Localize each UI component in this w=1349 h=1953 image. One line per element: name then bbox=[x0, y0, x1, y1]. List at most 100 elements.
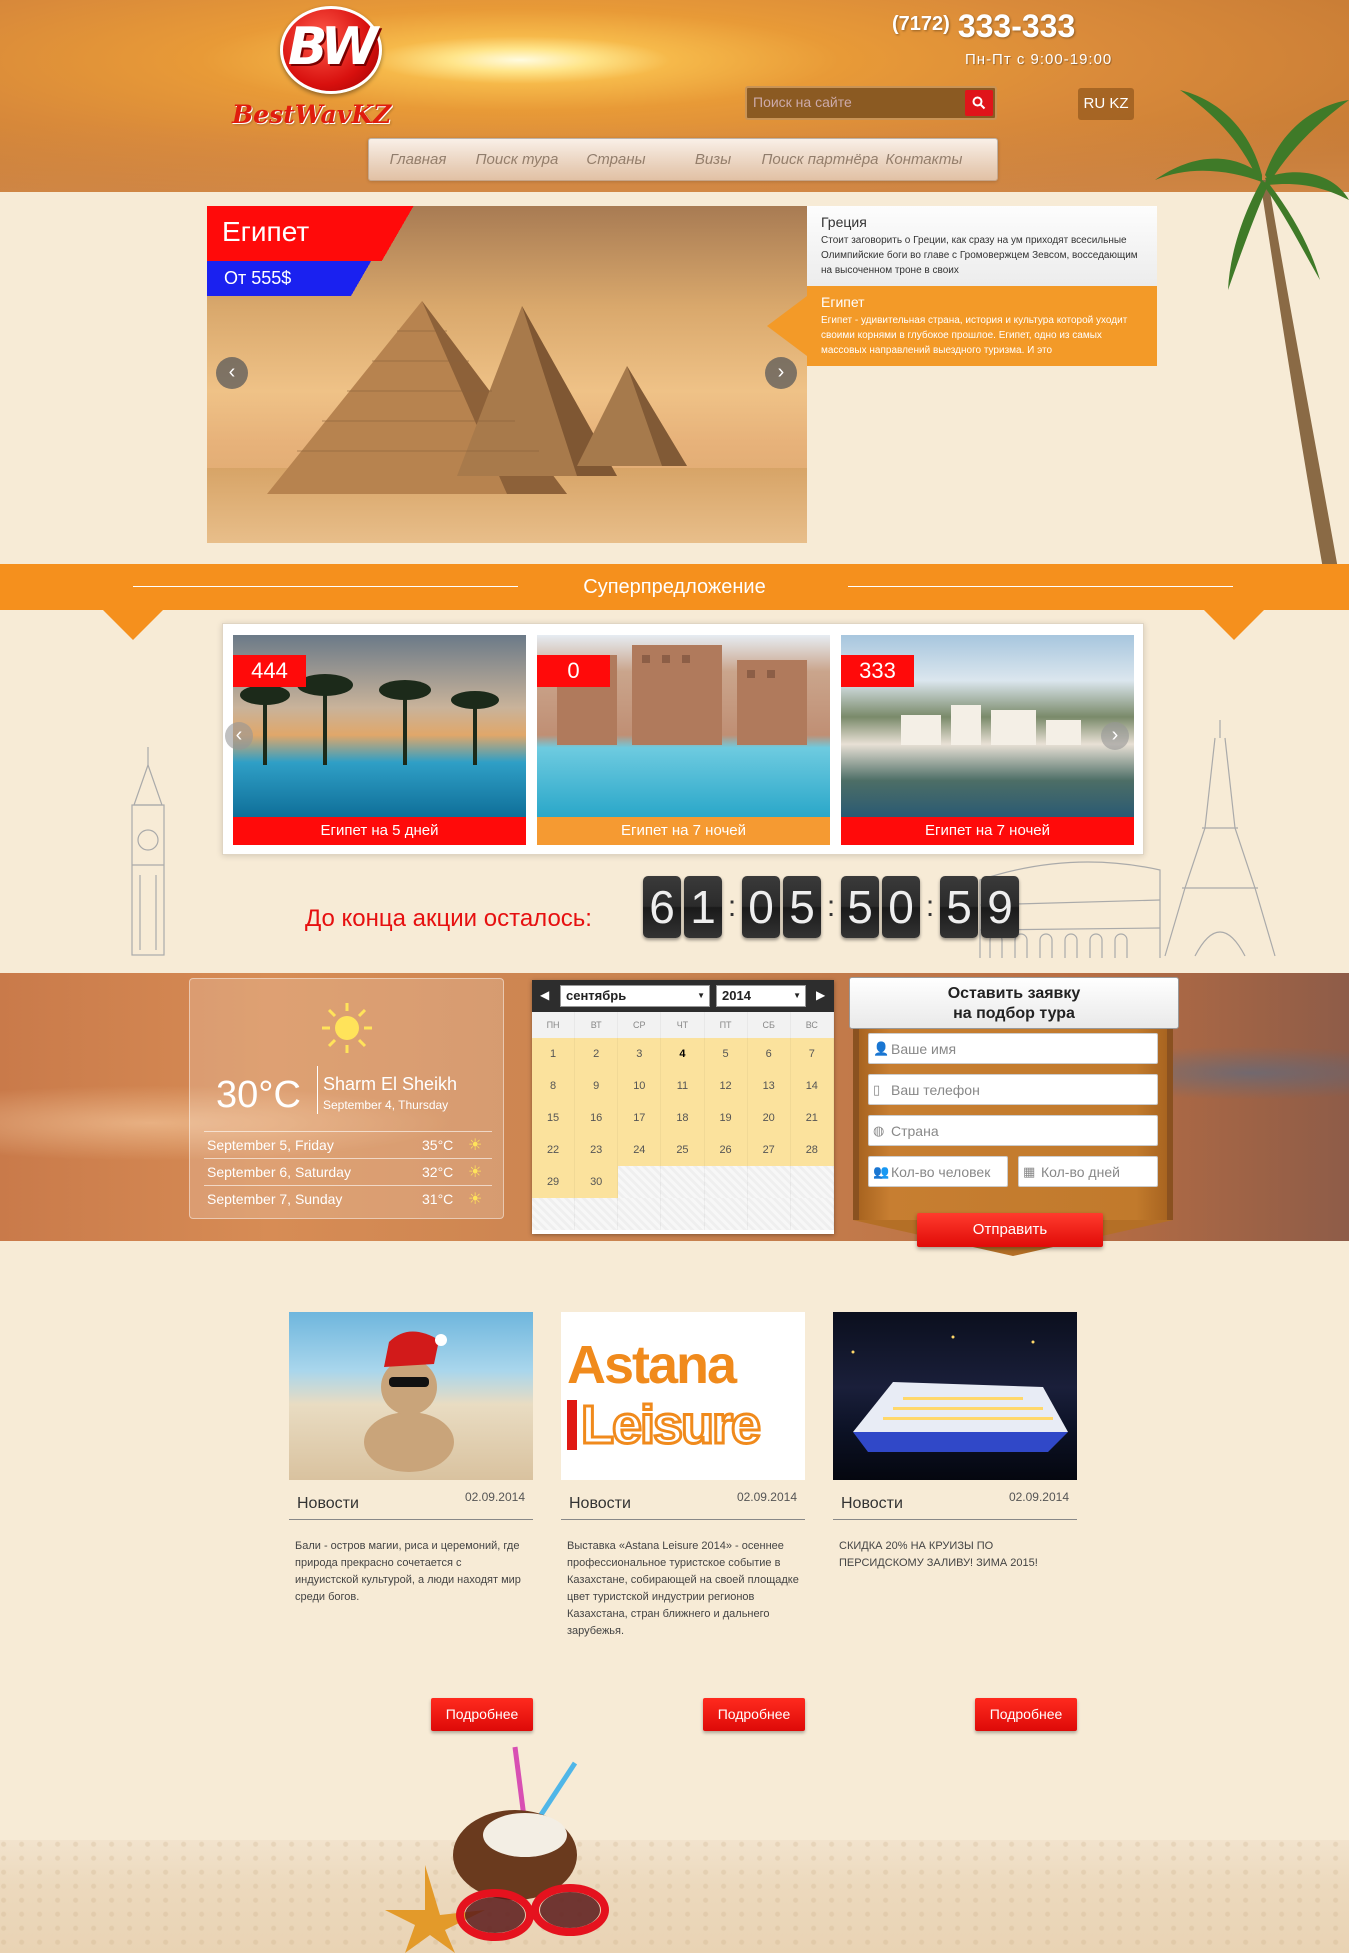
calendar-day[interactable]: 11 bbox=[661, 1070, 705, 1102]
search-input[interactable]: Поиск на сайте bbox=[753, 94, 852, 110]
user-icon: 👤 bbox=[873, 1041, 890, 1056]
slider-thumbnails: Греция Стоит заговорить о Греции, как ср… bbox=[767, 206, 1157, 366]
calendar-next-icon[interactable]: ▶ bbox=[816, 988, 825, 1002]
days-count-field[interactable]: ▦ Кол-во дней bbox=[1018, 1156, 1158, 1187]
calendar-day[interactable]: 12 bbox=[704, 1070, 748, 1102]
forecast-row: September 7, Sunday 31°C ☀ bbox=[204, 1185, 492, 1212]
country-placeholder: Страна bbox=[891, 1123, 939, 1139]
calendar-empty-cell bbox=[747, 1198, 791, 1230]
offers-prev-button[interactable]: ‹ bbox=[225, 722, 253, 750]
calendar-day[interactable]: 22 bbox=[532, 1134, 576, 1166]
nav-home[interactable]: Главная bbox=[369, 151, 467, 168]
news-more-button[interactable]: Подробнее bbox=[431, 1698, 533, 1731]
calendar-day[interactable]: 4 bbox=[661, 1038, 705, 1070]
slider-item-egypt[interactable]: Египет Египет - удивительная страна, ист… bbox=[767, 286, 1157, 366]
news-more-button[interactable]: Подробнее bbox=[703, 1698, 805, 1731]
language-switcher[interactable]: RU KZ bbox=[1078, 88, 1134, 120]
calendar-day[interactable]: 8 bbox=[532, 1070, 576, 1102]
countdown-separator: : bbox=[727, 890, 737, 923]
weather-widget: 30°C Sharm El Sheikh September 4, Thursd… bbox=[189, 978, 504, 1219]
phone-field[interactable]: ▯ Ваш телефон bbox=[868, 1074, 1158, 1105]
calendar-day[interactable]: 19 bbox=[704, 1102, 748, 1134]
tour-request-form: Оставить заявку на подбор тура 👤 Ваше имя… bbox=[849, 975, 1179, 1275]
slider-item-greece[interactable]: Греция Стоит заговорить о Греции, как ср… bbox=[807, 206, 1157, 286]
offers-next-button[interactable]: › bbox=[1101, 722, 1129, 750]
calendar-day[interactable]: 7 bbox=[790, 1038, 834, 1070]
calendar-day[interactable]: 5 bbox=[704, 1038, 748, 1070]
news-image-cruise-ship[interactable] bbox=[833, 1312, 1077, 1480]
nav-tour-search[interactable]: Поиск тура bbox=[467, 151, 567, 168]
calendar-day[interactable]: 9 bbox=[575, 1070, 619, 1102]
super-offer-bar: Суперпредложение bbox=[0, 564, 1349, 610]
offer-card[interactable]: 333 Египет на 7 ночей bbox=[841, 635, 1134, 845]
calendar-empty-cell bbox=[575, 1198, 619, 1230]
logo-text[interactable]: BestWavKZ bbox=[232, 100, 391, 129]
month-select[interactable]: сентябрь bbox=[560, 985, 710, 1007]
hero-slider[interactable]: Египет От 555$ ‹ › bbox=[207, 206, 807, 543]
news-meta: Новости 02.09.2014 bbox=[289, 1480, 533, 1520]
submit-button[interactable]: Отправить bbox=[917, 1213, 1103, 1247]
calendar-day[interactable]: 29 bbox=[532, 1166, 576, 1198]
forecast-row: September 6, Saturday 32°C ☀ bbox=[204, 1158, 492, 1185]
nav-visas[interactable]: Визы bbox=[665, 151, 761, 168]
nav-partner-search[interactable]: Поиск партнёра bbox=[761, 151, 879, 168]
big-ben-sketch bbox=[131, 747, 165, 956]
calendar-day[interactable]: 16 bbox=[575, 1102, 619, 1134]
people-count-field[interactable]: 👥 Кол-во человек bbox=[868, 1156, 1008, 1187]
calendar-day[interactable]: 3 bbox=[618, 1038, 662, 1070]
calendar-day[interactable]: 1 bbox=[532, 1038, 576, 1070]
coconut-drink-illustration bbox=[385, 1746, 609, 1953]
calendar-day[interactable]: 2 bbox=[575, 1038, 619, 1070]
calendar-day[interactable]: 28 bbox=[790, 1134, 834, 1166]
year-select[interactable]: 2014 bbox=[716, 985, 806, 1007]
calendar-day[interactable]: 18 bbox=[661, 1102, 705, 1134]
calendar-day[interactable]: 15 bbox=[532, 1102, 576, 1134]
chevron-right-icon: › bbox=[1111, 724, 1119, 746]
search-button[interactable] bbox=[965, 90, 993, 116]
offer-card[interactable]: 0 Египет на 7 ночей bbox=[537, 635, 830, 845]
logo-mark[interactable]: BW bbox=[280, 6, 382, 94]
divider bbox=[848, 586, 1233, 587]
calendar-day[interactable]: 20 bbox=[747, 1102, 791, 1134]
calendar-day[interactable]: 24 bbox=[618, 1134, 662, 1166]
calendar-day[interactable]: 23 bbox=[575, 1134, 619, 1166]
countdown-digit: 1 bbox=[684, 876, 722, 938]
calendar-day[interactable]: 6 bbox=[747, 1038, 791, 1070]
offer-card[interactable]: 444 Египет на 5 дней bbox=[233, 635, 526, 845]
country-field[interactable]: ◍ Страна bbox=[868, 1115, 1158, 1146]
palm-tree-illustration bbox=[1155, 90, 1349, 580]
calendar-day[interactable]: 27 bbox=[747, 1134, 791, 1166]
group-icon: 👥 bbox=[873, 1164, 890, 1179]
news-card: Новости 02.09.2014 Бали - остров магии, … bbox=[289, 1312, 533, 1731]
search-box[interactable]: Поиск на сайте bbox=[745, 86, 997, 120]
eiffel-tower-sketch bbox=[1164, 720, 1276, 957]
countdown-separator: : bbox=[925, 890, 935, 923]
news-image-sand-snowman[interactable] bbox=[289, 1312, 533, 1480]
calendar-day[interactable]: 13 bbox=[747, 1070, 791, 1102]
slider-next-button[interactable]: › bbox=[765, 357, 797, 389]
current-temperature: 30°C bbox=[216, 1074, 301, 1116]
nav-contacts[interactable]: Контакты bbox=[879, 151, 969, 168]
forecast-day: September 7, Sunday bbox=[207, 1191, 343, 1207]
news-more-button[interactable]: Подробнее bbox=[975, 1698, 1077, 1731]
calendar-day[interactable]: 14 bbox=[790, 1070, 834, 1102]
countdown-digit: 5 bbox=[841, 876, 879, 938]
news-image-astana-leisure-logo[interactable]: Astana Leisure bbox=[561, 1312, 805, 1480]
offer-price-badge: 444 bbox=[233, 655, 306, 687]
calendar-empty-cell bbox=[618, 1198, 662, 1230]
name-field[interactable]: 👤 Ваше имя bbox=[868, 1033, 1158, 1064]
nav-countries[interactable]: Страны bbox=[567, 151, 665, 168]
calendar-empty-cell bbox=[790, 1198, 834, 1230]
calendar-day[interactable]: 21 bbox=[790, 1102, 834, 1134]
form-title-line1: Оставить заявку bbox=[947, 985, 1081, 1002]
calendar-day[interactable]: 30 bbox=[575, 1166, 619, 1198]
news-category: Новости bbox=[841, 1495, 903, 1512]
countdown-timer: 6 1 : 0 5 : 5 0 : 5 9 bbox=[643, 876, 1022, 938]
calendar-day[interactable]: 17 bbox=[618, 1102, 662, 1134]
calendar-day[interactable]: 26 bbox=[704, 1134, 748, 1166]
slider-prev-button[interactable]: ‹ bbox=[216, 357, 248, 389]
forecast-day: September 5, Friday bbox=[207, 1137, 334, 1153]
calendar-prev-icon[interactable]: ◀ bbox=[540, 988, 549, 1002]
calendar-day[interactable]: 25 bbox=[661, 1134, 705, 1166]
calendar-day[interactable]: 10 bbox=[618, 1070, 662, 1102]
